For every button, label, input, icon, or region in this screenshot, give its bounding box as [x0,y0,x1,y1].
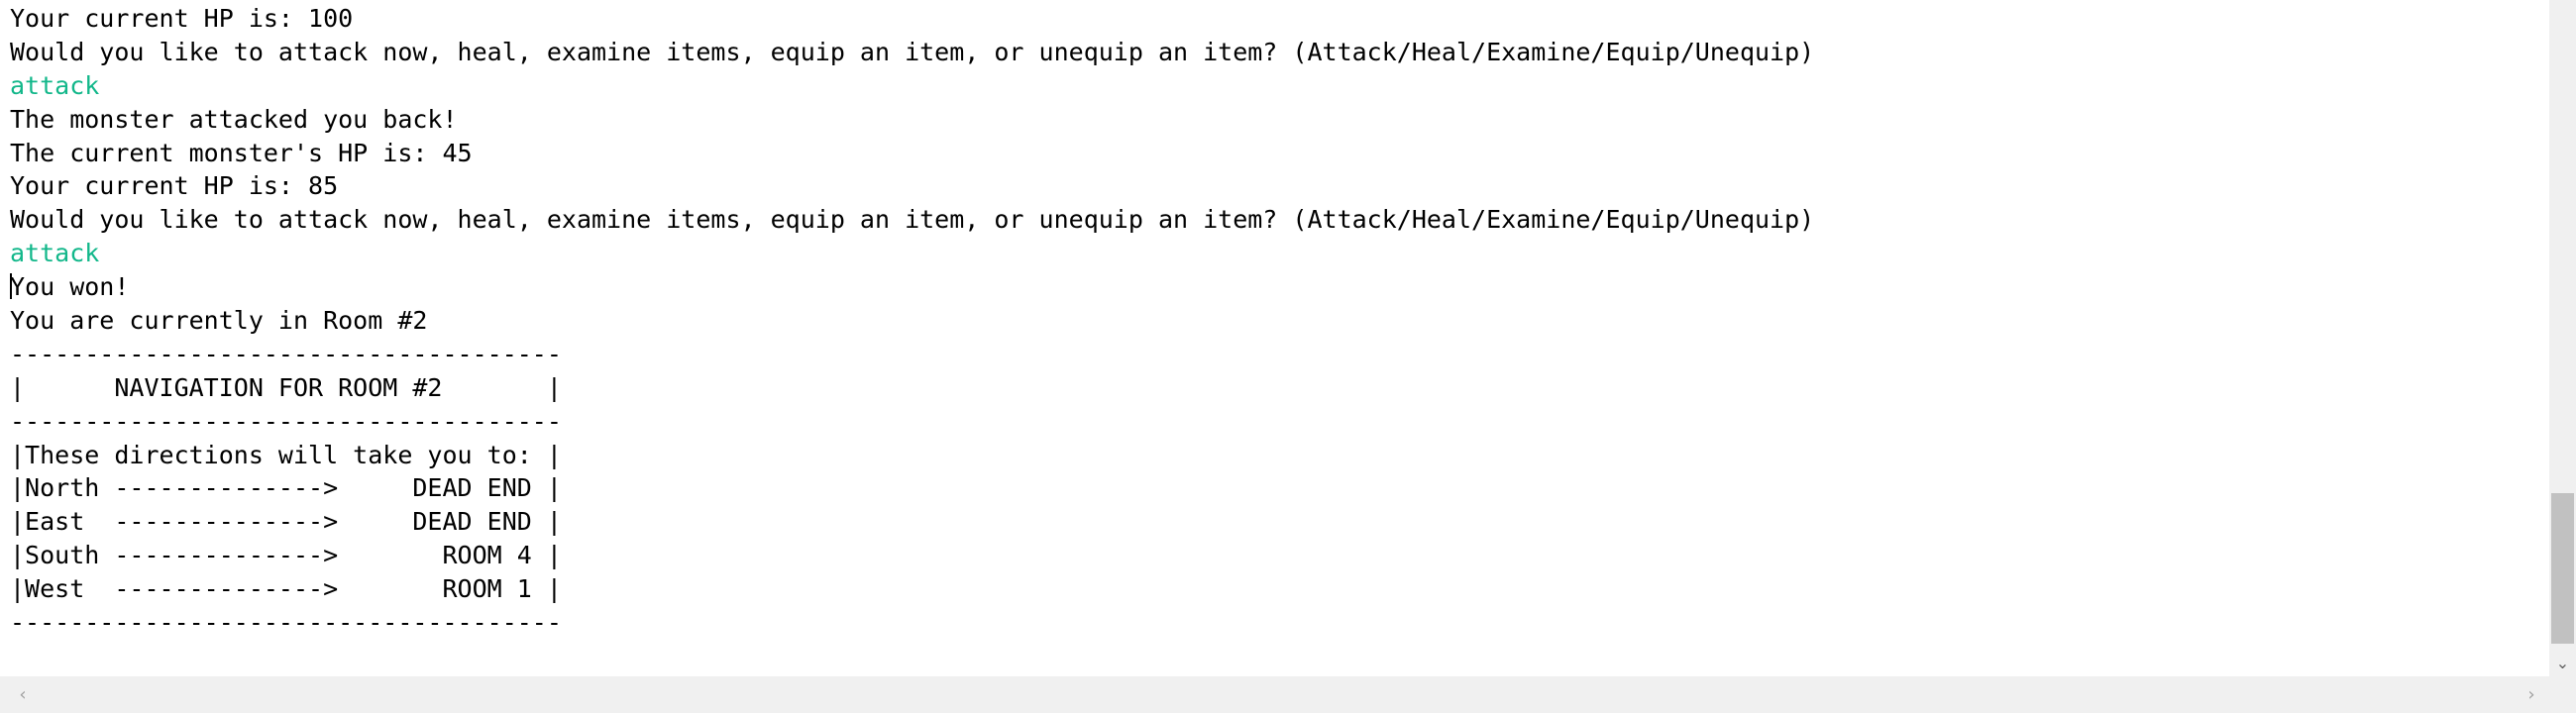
console-input-line: attack [10,70,100,100]
console-line: The current monster's HP is: 45 [10,138,473,167]
console-line: The monster attacked you back! [10,104,458,134]
nav-table-row-east: |East --------------> DEAD END | [10,507,562,537]
nav-table-title: | NAVIGATION FOR ROOM #2 | [10,372,562,402]
vertical-scrollbar-thumb[interactable] [2551,493,2574,644]
nav-table-header: |These directions will take you to: | [10,440,562,469]
nav-table-row-north: |North --------------> DEAD END | [10,473,562,503]
console-lines: Your current HP is: 100 Would you like t… [10,2,1814,640]
console-line: Would you like to attack now, heal, exam… [10,205,1815,235]
nav-table-row-south: |South --------------> ROOM 4 | [10,541,562,570]
nav-table-row-west: |West --------------> ROOM 1 | [10,574,562,604]
console-line: Your current HP is: 100 [10,4,354,33]
nav-table-border: ------------------------------------- [10,608,562,638]
console-input-line: attack [10,239,100,268]
chevron-down-icon[interactable]: ⌄ [2549,650,2576,676]
console-line-text: You won! [10,272,130,302]
console-line: Your current HP is: 85 [10,171,339,201]
console-line-with-cursor[interactable]: You won! [10,270,1814,304]
console-output-area[interactable]: Your current HP is: 100 Would you like t… [0,0,2546,676]
chevron-left-icon[interactable]: ‹ [8,676,38,713]
console-line: Would you like to attack now, heal, exam… [10,37,1815,66]
nav-table-border: ------------------------------------- [10,406,562,436]
nav-table-border: ------------------------------------- [10,339,562,368]
console-line: You are currently in Room #2 [10,306,428,336]
vertical-scrollbar[interactable]: ⌄ [2549,0,2576,676]
horizontal-scrollbar[interactable]: ‹ › [0,676,2549,713]
scrollbar-corner [2549,676,2576,713]
chevron-right-icon[interactable]: › [2517,676,2546,713]
